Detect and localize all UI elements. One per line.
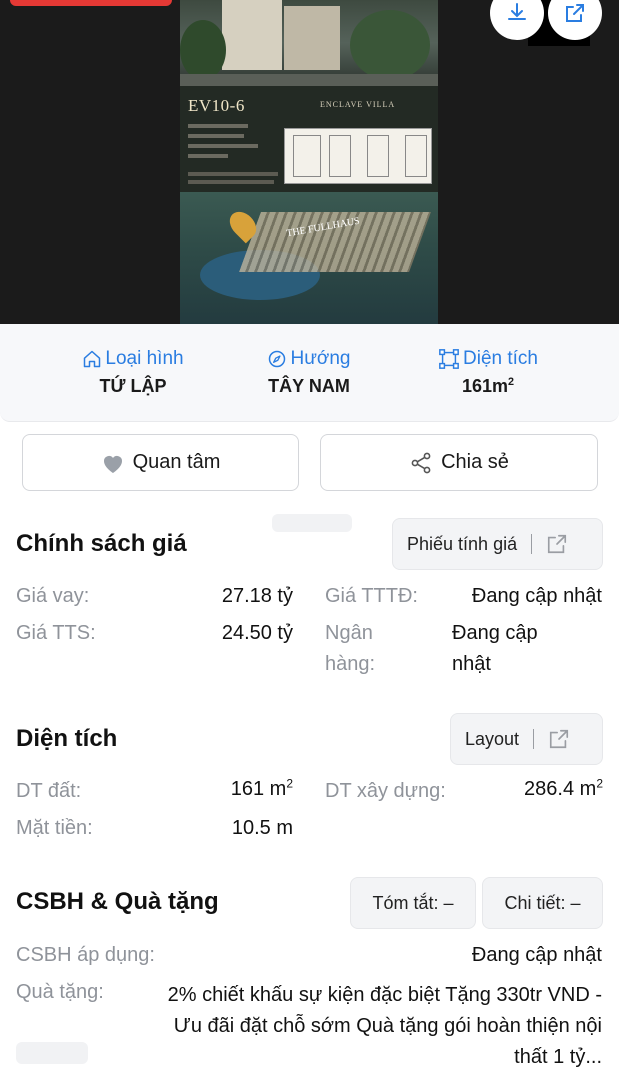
- share-icon: [411, 452, 431, 473]
- detail-label: Chi tiết: –: [504, 892, 581, 913]
- area-title: Diện tích: [16, 725, 118, 752]
- bank-value: Đang cập: [452, 622, 538, 644]
- heart-icon: [103, 455, 122, 473]
- property-image[interactable]: EV10-6 ENCLAVE VILLA THE FULLHAUS: [180, 0, 438, 324]
- favorite-button[interactable]: Quan tâm: [22, 434, 299, 491]
- gift-label: Quà tặng:: [16, 981, 104, 1003]
- favorite-label: Quan tâm: [132, 451, 221, 473]
- info-area-value: 161m2: [461, 376, 515, 396]
- build-area-label: DT xây dựng:: [325, 780, 446, 802]
- info-area-label: Diện tích: [463, 348, 538, 369]
- info-type: Loại hình TỨ LẬP: [78, 348, 188, 397]
- land-area-value: 161 m2: [230, 776, 293, 800]
- property-summary: Loại hình TỨ LẬP Hướng TÂY NAM Diện tích…: [0, 324, 619, 422]
- share-label: Chia sẻ: [441, 451, 509, 473]
- spec-line: [188, 154, 228, 158]
- land-area-label: DT đất:: [16, 780, 82, 802]
- faded-artifact: [272, 514, 352, 532]
- spec-line: [188, 180, 274, 184]
- loan-price-label: Giá vay:: [16, 585, 90, 607]
- bank-label-line2: hàng:: [325, 653, 376, 675]
- share-button[interactable]: Chia sẻ: [320, 434, 598, 491]
- home-icon: [84, 350, 101, 368]
- tts-price-label: Giá TTS:: [16, 622, 96, 644]
- pricing-title: Chính sách giá: [16, 530, 187, 557]
- gift-value: 2% chiết khấu sự kiện đặc biệt Tặng 330t…: [167, 984, 602, 1068]
- hero-media: EV10-6 ENCLAVE VILLA THE FULLHAUS: [0, 0, 619, 324]
- policy-title: CSBH & Quà tặng: [16, 888, 219, 915]
- summary-toggle[interactable]: Tóm tắt: –: [350, 877, 476, 929]
- external-link-icon: [566, 4, 584, 22]
- tttd-price-label: Giá TTTĐ:: [325, 585, 418, 607]
- bank-label: Ngân: [325, 622, 373, 644]
- compass-icon: [269, 350, 286, 368]
- bank-value-line2: nhật: [452, 653, 491, 675]
- tts-price-value: 24.50 tỷ: [221, 622, 293, 644]
- summary-label: Tóm tắt: –: [372, 892, 454, 913]
- villa-photo: [180, 0, 438, 86]
- spec-line: [188, 134, 244, 138]
- price-sheet-button[interactable]: Phiếu tính giá: [392, 518, 603, 570]
- site-map: THE FULLHAUS: [180, 192, 438, 324]
- villa-name: ENCLAVE VILLA: [320, 100, 396, 109]
- floor-plan: [284, 128, 432, 184]
- spec-line: [188, 172, 278, 176]
- external-link-icon: [549, 729, 569, 749]
- loan-price-value: 27.18 tỷ: [221, 585, 293, 607]
- frontage-value: 10.5 m: [231, 817, 293, 839]
- info-type-label: Loại hình: [105, 348, 184, 369]
- info-type-value: TỨ LẬP: [99, 376, 167, 396]
- spec-line: [188, 124, 248, 128]
- policy-applied-label: CSBH áp dụng:: [16, 944, 155, 966]
- villa-code: EV10-6: [188, 96, 245, 115]
- policy-applied-value: Đang cập nhật: [471, 944, 602, 966]
- status-tab[interactable]: [10, 0, 172, 6]
- download-icon: [508, 3, 526, 20]
- layout-label: Layout: [465, 728, 520, 749]
- external-link-icon: [548, 534, 567, 554]
- tttd-price-value: Đang cập nhật: [471, 585, 602, 607]
- info-area: Diện tích 161m2: [432, 348, 544, 397]
- spec-line: [188, 144, 258, 148]
- price-sheet-label: Phiếu tính giá: [407, 533, 518, 554]
- layout-button[interactable]: Layout: [450, 713, 603, 765]
- info-direction-value: TÂY NAM: [268, 376, 350, 396]
- faded-artifact: [16, 1042, 88, 1064]
- info-direction-label: Hướng: [290, 348, 351, 369]
- frontage-label: Mặt tiền:: [16, 817, 93, 839]
- info-direction: Hướng TÂY NAM: [256, 348, 362, 397]
- build-area-value: 286.4 m2: [524, 776, 603, 800]
- detail-toggle[interactable]: Chi tiết: –: [482, 877, 603, 929]
- area-frame-icon: [439, 349, 459, 369]
